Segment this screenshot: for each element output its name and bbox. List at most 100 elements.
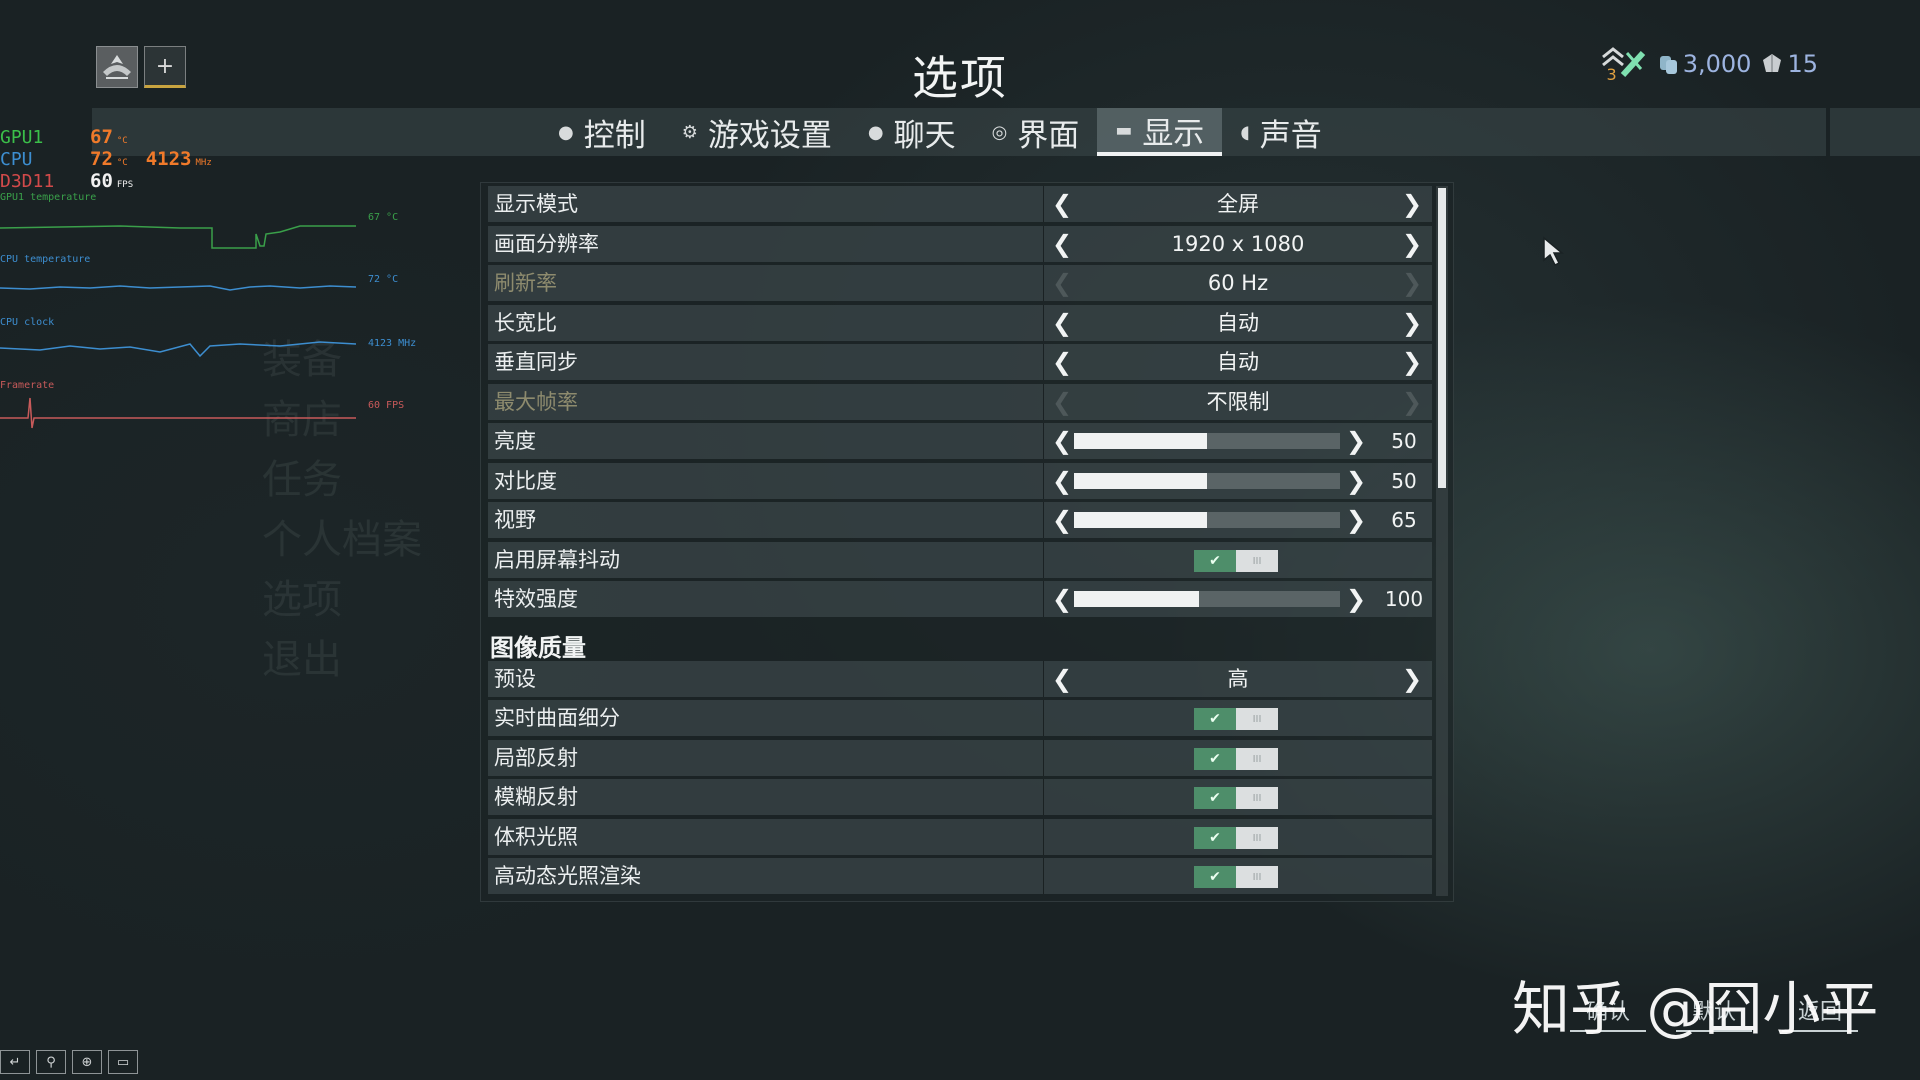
tab-controls[interactable]: ● 控制: [540, 108, 664, 156]
option-value: 60 Hz: [1207, 271, 1269, 295]
chevron-right-icon[interactable]: ❯: [1400, 347, 1424, 377]
map-pin-icon[interactable]: ⚲: [36, 1050, 66, 1074]
option-preset: 预设 ❮ 高 ❯: [488, 661, 1432, 697]
tessellation-toggle[interactable]: ✔ III: [1194, 708, 1278, 730]
option-toggle-control: ✔ III: [1044, 740, 1432, 776]
options-scrollbar-thumb[interactable]: [1438, 188, 1446, 488]
cpu-clock: 4123: [145, 148, 192, 170]
brightness-slider[interactable]: [1074, 433, 1340, 449]
option-selector: ❮ 60 Hz ❯: [1044, 265, 1432, 301]
option-screen-shake: 启用屏幕抖动 ✔ III: [488, 542, 1432, 578]
option-volumetric-lighting: 体积光照 ✔ III: [488, 819, 1432, 855]
chevron-left-icon[interactable]: ❮: [1050, 505, 1074, 535]
mastery-rank: 3: [1597, 45, 1645, 84]
check-icon: ✔: [1194, 708, 1236, 730]
option-label: 长宽比: [488, 305, 1044, 341]
option-slider-control: ❮ ❯ 100: [1044, 581, 1432, 617]
option-label: 画面分辨率: [488, 226, 1044, 262]
effects-intensity-slider[interactable]: [1074, 591, 1340, 607]
slider-fill: [1074, 433, 1207, 449]
option-local-reflections: 局部反射 ✔ III: [488, 740, 1432, 776]
slider-value: 50: [1391, 429, 1417, 453]
chevron-right-icon[interactable]: ❯: [1344, 466, 1368, 496]
chevron-right-icon[interactable]: ❯: [1344, 584, 1368, 614]
graph-cpu-temp-label: CPU temperature: [0, 254, 91, 265]
toggle-grip-icon: III: [1236, 787, 1278, 809]
currency-display: 3 3,000 15: [1597, 44, 1818, 84]
gear-icon: ⚙: [681, 121, 698, 143]
toggle-grip-icon: III: [1236, 827, 1278, 849]
option-label: 预设: [488, 661, 1044, 697]
option-resolution: 画面分辨率 ❮ 1920 x 1080 ❯: [488, 226, 1432, 262]
option-value: 不限制: [1206, 390, 1270, 414]
contrast-slider[interactable]: [1074, 473, 1340, 489]
search-icon[interactable]: ⊕: [72, 1050, 102, 1074]
chevron-left-icon[interactable]: ❮: [1050, 664, 1074, 694]
chevron-right-icon[interactable]: ❯: [1344, 426, 1368, 456]
chevron-right-icon[interactable]: ❯: [1400, 229, 1424, 259]
option-selector: ❮ 自动 ❯: [1044, 344, 1432, 380]
tab-interface[interactable]: ◎ 界面: [974, 108, 1098, 156]
chevron-left-icon[interactable]: ❮: [1050, 229, 1074, 259]
tab-bar-right-segment: [1830, 108, 1920, 156]
slider-value: 50: [1391, 469, 1417, 493]
option-label: 亮度: [488, 423, 1044, 459]
mouse-icon: ●: [558, 121, 574, 143]
option-selector: ❮ 自动 ❯: [1044, 305, 1432, 341]
local-reflections-toggle[interactable]: ✔ III: [1194, 748, 1278, 770]
window-icon[interactable]: ▭: [108, 1050, 138, 1074]
chevron-left-icon[interactable]: ❮: [1050, 466, 1074, 496]
tabs: ● 控制 ⚙ 游戏设置 ● 聊天 ◎ 界面 ▬ 显示 ◖ 声音: [540, 108, 1340, 156]
chat-bubble-icon: ●: [867, 121, 884, 143]
chevron-right-icon[interactable]: ❯: [1400, 189, 1424, 219]
hdr-rendering-toggle[interactable]: ✔ III: [1194, 866, 1278, 888]
screen-shake-toggle[interactable]: ✔ III: [1194, 550, 1278, 572]
tab-chat[interactable]: ● 聊天: [850, 108, 974, 156]
graph-framerate: [0, 397, 356, 429]
option-aspect-ratio: 长宽比 ❮ 自动 ❯: [488, 305, 1432, 341]
chevron-left-icon: ❮: [1051, 388, 1073, 416]
chevron-right-icon: ❯: [1401, 269, 1423, 297]
chevron-left-icon[interactable]: ❮: [1050, 426, 1074, 456]
check-icon: ✔: [1194, 787, 1236, 809]
chevron-right-icon[interactable]: ❯: [1400, 664, 1424, 694]
chevron-left-icon[interactable]: ❮: [1050, 347, 1074, 377]
chevron-left-icon[interactable]: ❮: [1050, 584, 1074, 614]
chevron-right-icon[interactable]: ❯: [1344, 505, 1368, 535]
cpu-label: CPU: [0, 149, 33, 170]
mastery-rank-number: 3: [1606, 64, 1617, 84]
tab-sound[interactable]: ◖ 声音: [1222, 108, 1339, 156]
option-label: 显示模式: [488, 186, 1044, 222]
graph-gpu-temp: [0, 225, 356, 249]
chevron-right-icon: ❯: [1401, 388, 1423, 416]
compass-icon: ◎: [991, 121, 1008, 143]
option-refresh-rate: 刷新率 ❮ 60 Hz ❯: [488, 265, 1432, 301]
credits-icon: [1659, 56, 1677, 74]
cpu-temp-unit: °C: [116, 158, 128, 168]
option-tessellation: 实时曲面细分 ✔ III: [488, 700, 1432, 736]
chat-input-icon[interactable]: ↵: [0, 1050, 30, 1074]
chevron-right-icon[interactable]: ❯: [1400, 308, 1424, 338]
slider-fill: [1074, 512, 1207, 528]
platinum-display: 15: [1761, 50, 1818, 78]
slider-fill: [1074, 591, 1200, 607]
graph-framerate-label: Framerate: [0, 380, 55, 391]
option-label: 刷新率: [488, 265, 1044, 301]
section-title-image-quality: 图像质量: [490, 634, 586, 662]
graph-cpu-clock-label: CPU clock: [0, 317, 55, 328]
option-slider-control: ❮ ❯ 50: [1044, 423, 1432, 459]
api-label: D3D11: [0, 171, 55, 192]
tab-gameplay[interactable]: ⚙ 游戏设置: [664, 108, 850, 156]
option-max-fps: 最大帧率 ❮ 不限制 ❯: [488, 384, 1432, 420]
graph-gpu-temp-value: 67 °C: [368, 212, 399, 223]
blur-reflections-toggle[interactable]: ✔ III: [1194, 787, 1278, 809]
chevron-left-icon[interactable]: ❮: [1050, 308, 1074, 338]
option-fov: 视野 ❮ ❯ 65: [488, 502, 1432, 538]
option-selector: ❮ 全屏 ❯: [1044, 186, 1432, 222]
option-contrast: 对比度 ❮ ❯ 50: [488, 463, 1432, 499]
chevron-left-icon[interactable]: ❮: [1050, 189, 1074, 219]
tab-display[interactable]: ▬ 显示: [1097, 108, 1223, 156]
option-selector: ❮ 1920 x 1080 ❯: [1044, 226, 1432, 262]
fov-slider[interactable]: [1074, 512, 1340, 528]
volumetric-lighting-toggle[interactable]: ✔ III: [1194, 827, 1278, 849]
